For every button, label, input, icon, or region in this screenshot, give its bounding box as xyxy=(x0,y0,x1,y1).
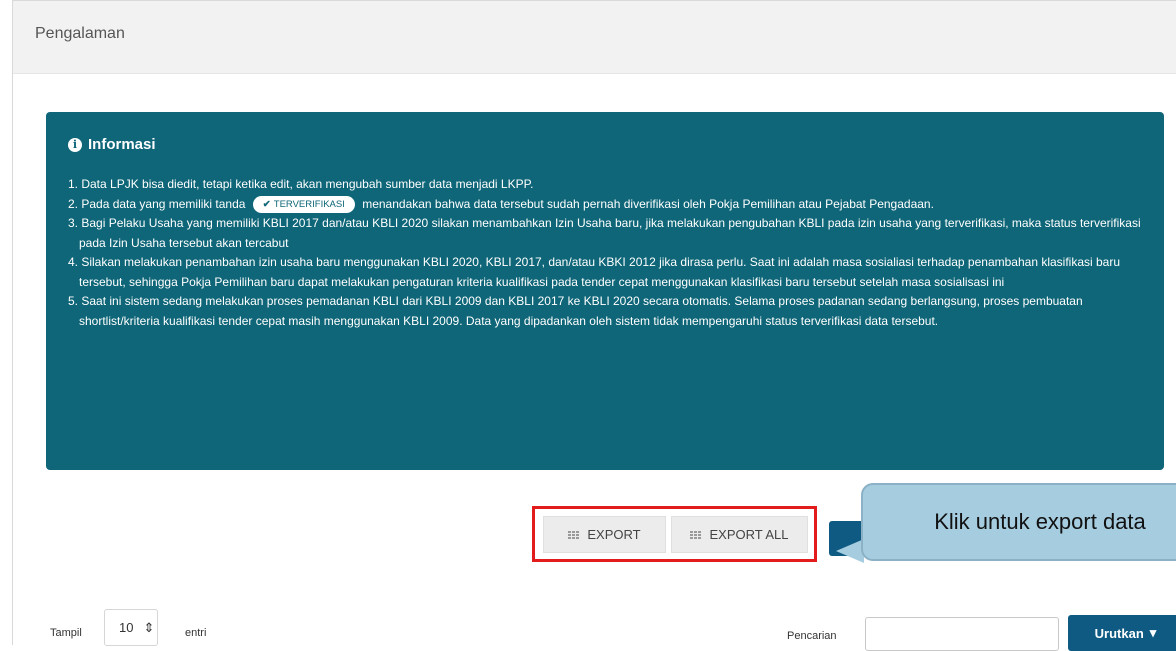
panel-header: Pengalaman xyxy=(13,1,1176,74)
info-item: 5. Saat ini sistem sedang melakukan pros… xyxy=(68,294,1083,328)
main-panel: Pengalaman i Informasi 1. Data LPJK bisa… xyxy=(12,0,1176,651)
info-box: i Informasi 1. Data LPJK bisa diedit, te… xyxy=(46,112,1164,470)
callout-pointer xyxy=(836,539,864,563)
updown-icon: ⇕ xyxy=(143,619,155,635)
info-list: 1. Data LPJK bisa diedit, tetapi ketika … xyxy=(68,175,1148,331)
info-item-text: 2. Pada data yang memiliki tanda xyxy=(68,196,246,211)
page-size-select[interactable]: 10 ⇕ xyxy=(104,609,158,646)
info-heading: i Informasi xyxy=(68,136,156,153)
sort-button[interactable]: Urutkan ▾ xyxy=(1068,615,1176,651)
info-circle-icon: i xyxy=(68,137,82,152)
page-title: Pengalaman xyxy=(35,25,125,42)
info-heading-label: Informasi xyxy=(88,136,156,153)
search-input[interactable] xyxy=(865,617,1059,651)
verified-badge-label: TERVERIFIKASI xyxy=(273,198,345,210)
callout-text: Klik untuk export data xyxy=(934,509,1146,534)
search-label: Pencarian xyxy=(787,630,837,642)
info-item: 2. Pada data yang memiliki tanda ✔ TERVER… xyxy=(68,195,1148,215)
callout-annotation: Klik untuk export data xyxy=(861,483,1176,561)
show-label: Tampil xyxy=(50,627,82,639)
sort-button-label: Urutkan xyxy=(1094,625,1144,641)
info-item: 1. Data LPJK bisa diedit, tetapi ketika … xyxy=(68,177,534,191)
highlight-box xyxy=(532,506,817,562)
entries-label: entri xyxy=(185,627,207,639)
info-item: 3. Bagi Pelaku Usaha yang memiliki KBLI … xyxy=(68,216,1141,250)
info-item: 4. Silakan melakukan penambahan izin usa… xyxy=(68,255,1121,289)
check-icon: ✔ xyxy=(262,198,271,210)
verified-badge: ✔ TERVERIFIKASI xyxy=(252,195,355,213)
info-item-text: menandakan bahwa data tersebut sudah per… xyxy=(362,196,934,211)
caret-down-icon: ▾ xyxy=(1149,625,1157,640)
page-size-value: 10 xyxy=(119,620,134,635)
